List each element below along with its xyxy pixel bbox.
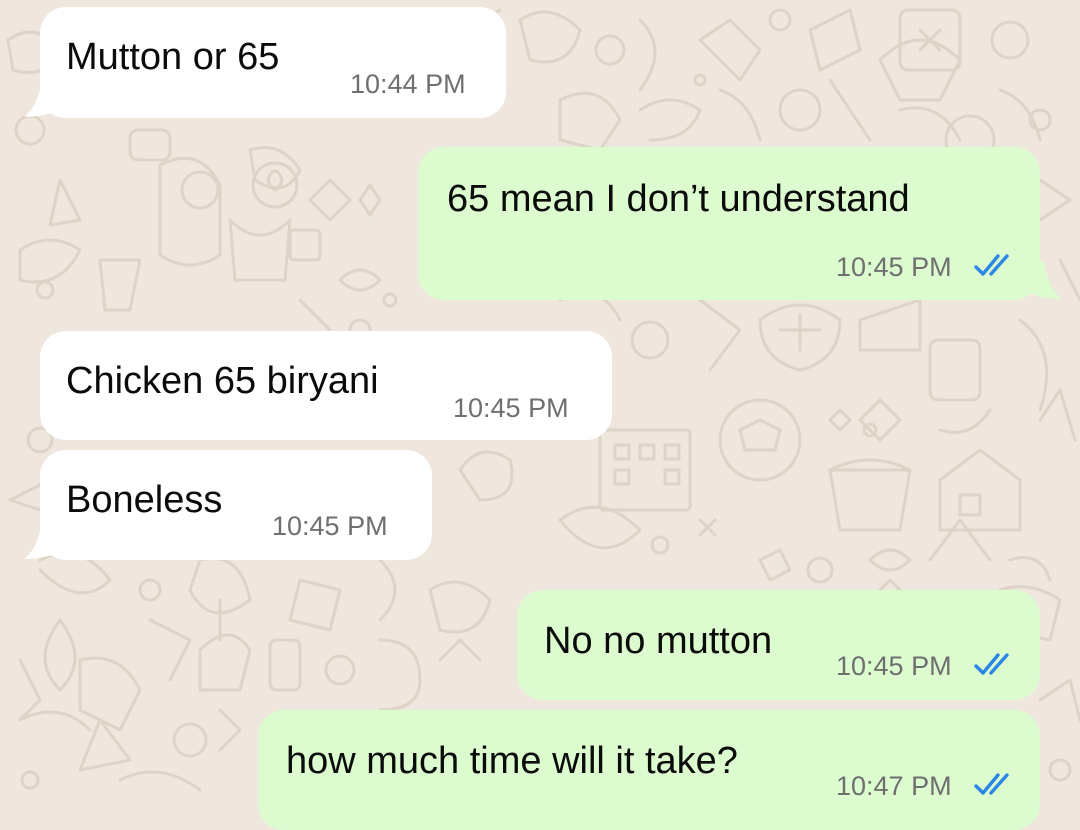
message-timestamp: 10:45 PM — [836, 252, 952, 282]
message-text: No no mutton — [544, 620, 773, 662]
message-timestamp: 10:45 PM — [836, 651, 952, 681]
message-text: Chicken 65 biryani — [66, 360, 379, 402]
message-text: 65 mean I don’t understand — [447, 178, 910, 220]
message-timestamp: 10:44 PM — [350, 69, 466, 99]
message-timestamp: 10:45 PM — [453, 393, 569, 423]
double-check-icon — [974, 653, 1009, 675]
message-timestamp: 10:45 PM — [272, 511, 388, 541]
message-outgoing[interactable]: how much time will it take? 10:47 PM — [258, 710, 1040, 830]
message-incoming[interactable]: Chicken 65 biryani 10:45 PM — [40, 331, 612, 440]
double-check-icon — [974, 254, 1009, 276]
message-incoming[interactable]: Mutton or 65 10:44 PM — [40, 7, 506, 118]
message-timestamp: 10:47 PM — [836, 771, 952, 801]
message-text: how much time will it take? — [286, 740, 738, 782]
message-incoming[interactable]: Boneless 10:45 PM — [40, 450, 432, 560]
message-text: Boneless — [66, 479, 223, 521]
message-text: Mutton or 65 — [66, 36, 280, 78]
message-outgoing[interactable]: No no mutton 10:45 PM — [517, 590, 1040, 700]
message-outgoing[interactable]: 65 mean I don’t understand 10:45 PM — [418, 147, 1040, 300]
double-check-icon — [974, 773, 1009, 795]
